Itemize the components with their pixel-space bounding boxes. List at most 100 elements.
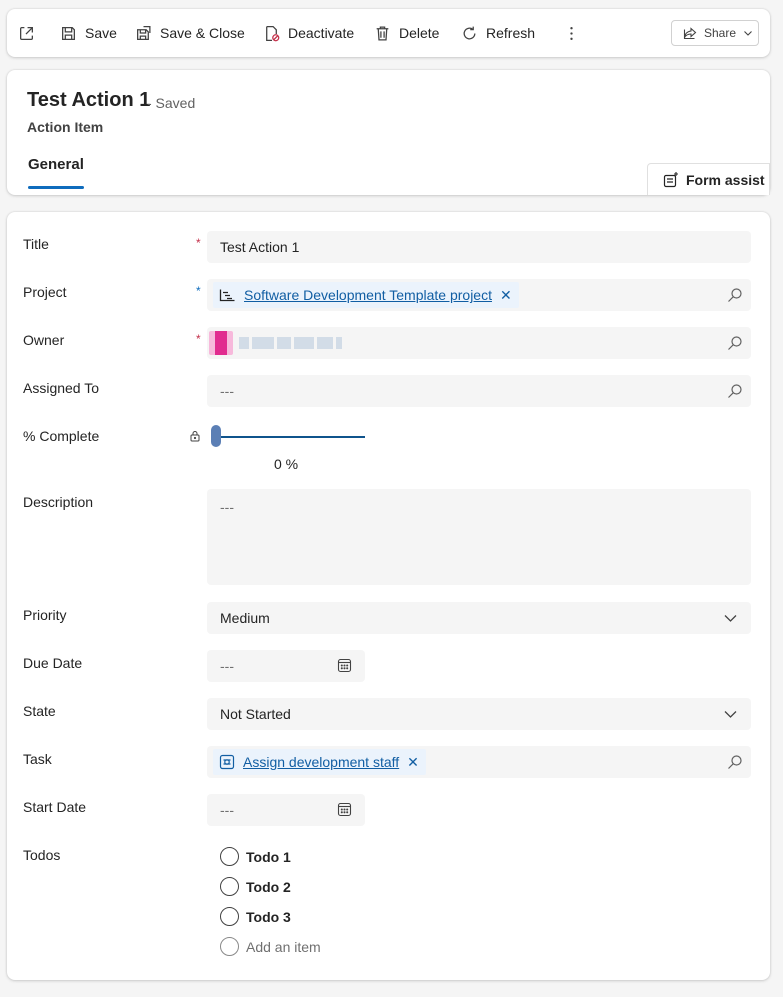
general-form: Title * Test Action 1 Project * Software… [7,212,770,980]
save-close-button[interactable]: Save & Close [135,9,245,57]
assigned-to-lookup[interactable]: --- [207,375,751,407]
due-date-placeholder: --- [220,658,234,674]
todo-label: Todo 1 [246,848,291,865]
task-link[interactable]: Assign development staff [243,754,399,770]
record-title: Test Action 1 [27,89,151,111]
state-value: Not Started [220,706,291,722]
deactivate-button[interactable]: Deactivate [263,9,354,57]
chevron-down-icon [744,31,752,36]
search-icon[interactable] [727,383,743,399]
chevron-down-icon [724,711,737,718]
owner-lookup[interactable] [207,327,751,359]
percent-complete-value: 0 % [274,456,299,472]
state-label: State [23,703,56,719]
project-link[interactable]: Software Development Template project [244,287,492,303]
remove-project-icon[interactable]: ✕ [500,287,512,304]
task-tag: Assign development staff ✕ [213,749,426,775]
search-icon[interactable] [727,287,743,303]
project-label: Project [23,284,67,300]
more-vertical-icon [570,26,573,40]
share-icon [683,27,697,40]
project-lookup[interactable]: Software Development Template project ✕ [207,279,751,311]
save-close-icon [137,25,151,40]
owner-label: Owner [23,332,65,348]
assigned-to-placeholder: --- [220,383,234,399]
start-date-label: Start Date [23,799,87,815]
share-button[interactable]: Share [671,20,759,46]
priority-label: Priority [23,607,67,623]
save-button[interactable]: Save [60,9,117,57]
description-label: Description [23,494,94,510]
slider-thumb[interactable] [211,425,221,447]
todo-item[interactable]: Todo 3 [220,907,291,926]
task-entity-icon [219,754,235,770]
due-date-picker[interactable]: --- [207,650,365,682]
share-label: Share [704,26,737,40]
calendar-icon[interactable] [337,658,352,673]
tab-selected-indicator [28,186,84,189]
percent-complete-label: % Complete [23,428,100,444]
description-placeholder: --- [220,499,234,515]
todo-label: Todo 2 [246,878,291,895]
required-indicator: * [196,332,201,346]
form-assist-label: Form assist [686,171,765,188]
assigned-to-label: Assigned To [23,380,100,396]
todo-checkbox[interactable] [220,907,239,926]
trash-icon [376,25,389,41]
todo-checkbox[interactable] [220,877,239,896]
state-select[interactable]: Not Started [207,698,751,730]
save-status: - Saved [147,95,196,111]
save-label: Save [85,25,117,41]
save-icon [62,26,75,40]
lock-icon [190,431,200,442]
owner-name-redacted [239,337,342,349]
title-field[interactable]: Test Action 1 [207,231,751,263]
chevron-down-icon [724,615,737,622]
priority-select[interactable]: Medium [207,602,751,634]
todos-label: Todos [23,847,61,863]
calendar-icon[interactable] [337,802,352,817]
slider-track [211,436,365,438]
todo-checkbox[interactable] [220,847,239,866]
command-bar: Save Save & Close Deactivate Delete Refr… [7,9,770,57]
form-assist-icon [663,171,678,187]
refresh-button[interactable]: Refresh [461,9,535,57]
todo-label: Todo 3 [246,908,291,925]
popout-button[interactable] [18,9,43,57]
deactivate-icon [266,25,280,41]
project-entity-icon [219,289,235,302]
owner-avatar [209,331,233,355]
save-close-label: Save & Close [160,25,245,41]
start-date-picker[interactable]: --- [207,794,365,826]
remove-task-icon[interactable]: ✕ [407,754,419,771]
title-label: Title [23,236,49,252]
todo-item[interactable]: Todo 1 [220,847,291,866]
entity-name: Action Item [27,119,104,135]
start-date-placeholder: --- [220,802,234,818]
priority-value: Medium [220,610,270,626]
title-value: Test Action 1 [220,239,300,255]
task-label: Task [23,751,52,767]
business-recommended-indicator: * [196,284,201,298]
popout-icon [20,26,33,40]
refresh-label: Refresh [486,25,536,41]
add-item-label: Add an item [246,938,321,955]
search-icon[interactable] [727,754,743,770]
due-date-label: Due Date [23,655,83,671]
percent-complete-slider[interactable] [211,425,365,449]
task-lookup[interactable]: Assign development staff ✕ [207,746,751,778]
required-indicator: * [196,236,201,250]
record-header: Test Action 1 - Saved Action Item Genera… [7,70,770,195]
refresh-icon [463,26,476,39]
search-icon[interactable] [727,335,743,351]
add-item-circle-icon [220,937,239,956]
deactivate-label: Deactivate [288,25,355,41]
form-assist-button[interactable]: Form assist [647,163,770,195]
project-tag: Software Development Template project ✕ [213,282,519,308]
description-textarea[interactable]: --- [207,489,751,585]
more-commands-button[interactable] [563,9,588,57]
delete-button[interactable]: Delete [374,9,439,57]
tab-general[interactable]: General [28,156,84,173]
todo-item[interactable]: Todo 2 [220,877,291,896]
add-todo-item[interactable]: Add an item [220,937,321,956]
